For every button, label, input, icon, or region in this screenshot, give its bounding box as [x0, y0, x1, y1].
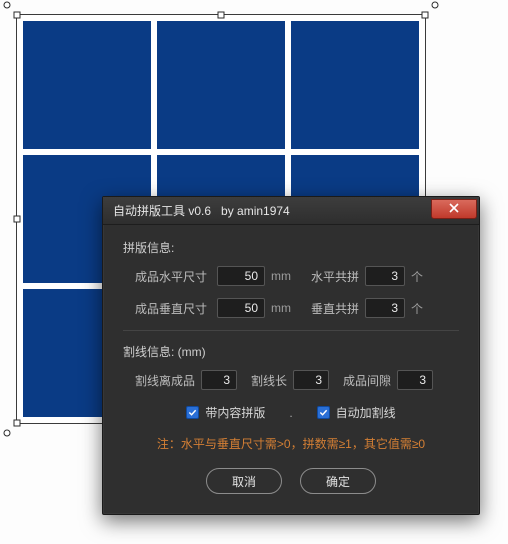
input-vcount[interactable]	[365, 298, 405, 318]
unit-mm: mm	[271, 301, 293, 315]
rotate-handle[interactable]	[4, 430, 11, 437]
close-icon	[449, 202, 459, 216]
ok-label: 确定	[326, 473, 350, 490]
tile[interactable]	[157, 21, 285, 149]
unit-mm: mm	[271, 269, 293, 283]
tile[interactable]	[23, 21, 151, 149]
rotate-handle[interactable]	[432, 2, 439, 9]
input-hcount[interactable]	[365, 266, 405, 286]
unit-piece: 个	[411, 300, 427, 317]
resize-handle[interactable]	[218, 12, 225, 19]
checkbox-label: 自动加割线	[336, 404, 396, 421]
checkbox-icon	[186, 406, 199, 419]
label-cut-len: 割线长	[251, 372, 287, 389]
resize-handle[interactable]	[422, 12, 429, 19]
input-cut-offset[interactable]	[201, 370, 237, 390]
tile[interactable]	[291, 21, 419, 149]
input-cut-len[interactable]	[293, 370, 329, 390]
close-button[interactable]	[431, 199, 477, 219]
section-title-cut: 割线信息: (mm)	[123, 343, 459, 360]
separator-dot: .	[289, 406, 292, 420]
checkbox-row: 带内容拼版 . 自动加割线	[123, 404, 459, 421]
row-horizontal: 成品水平尺寸 mm 水平共拼 个	[123, 266, 459, 286]
ok-button[interactable]: 确定	[300, 468, 376, 494]
section-title-imposition: 拼版信息:	[123, 239, 459, 256]
cancel-button[interactable]: 取消	[206, 468, 282, 494]
dialog-title: 自动拼版工具 v0.6 by amin1974	[113, 202, 290, 219]
checkbox-icon	[317, 406, 330, 419]
label-vsize: 成品垂直尺寸	[135, 300, 211, 317]
input-gap[interactable]	[397, 370, 433, 390]
dialog-buttons: 取消 确定	[123, 468, 459, 498]
row-vertical: 成品垂直尺寸 mm 垂直共拼 个	[123, 298, 459, 318]
hint-text: 注：水平与垂直尺寸需>0，拼数需≥1，其它值需≥0	[123, 435, 459, 452]
checkbox-auto-cut[interactable]: 自动加割线	[317, 404, 396, 421]
label-gap: 成品间隙	[343, 372, 391, 389]
row-cut: 割线离成品 割线长 成品间隙	[123, 370, 459, 390]
divider	[123, 330, 459, 331]
label-hsize: 成品水平尺寸	[135, 268, 211, 285]
checkbox-label: 带内容拼版	[205, 404, 265, 421]
input-hsize[interactable]	[217, 266, 265, 286]
resize-handle[interactable]	[14, 420, 21, 427]
label-vcount: 垂直共拼	[299, 300, 359, 317]
unit-piece: 个	[411, 268, 427, 285]
checkbox-with-content[interactable]: 带内容拼版	[186, 404, 265, 421]
input-vsize[interactable]	[217, 298, 265, 318]
rotate-handle[interactable]	[4, 2, 11, 9]
imposition-dialog: 自动拼版工具 v0.6 by amin1974 拼版信息: 成品水平尺寸 mm …	[102, 196, 480, 515]
cancel-label: 取消	[232, 473, 256, 490]
resize-handle[interactable]	[14, 12, 21, 19]
label-cut-offset: 割线离成品	[135, 372, 195, 389]
label-hcount: 水平共拼	[299, 268, 359, 285]
resize-handle[interactable]	[14, 216, 21, 223]
dialog-titlebar[interactable]: 自动拼版工具 v0.6 by amin1974	[103, 197, 479, 225]
